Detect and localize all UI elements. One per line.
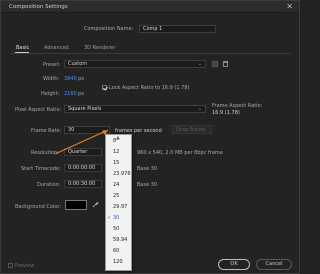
start-timecode-info: Base 30 [137, 166, 158, 172]
frame-rate-option[interactable]: 23.976 [106, 170, 131, 179]
tab-divider [11, 53, 291, 54]
tab-3d-renderer[interactable]: 3D Renderer [84, 45, 115, 51]
frame-rate-option[interactable]: 59.94 [106, 236, 131, 245]
preview-checkbox[interactable] [8, 263, 13, 268]
chevron-down-icon: ⌄ [197, 61, 202, 67]
frame-rate-option-label: 30 [113, 215, 120, 221]
window-title: Composition Settings [9, 4, 68, 10]
save-preset-icon[interactable] [212, 61, 218, 67]
eyedropper-icon[interactable] [92, 201, 99, 208]
frame-rate-option[interactable]: 29.97 [106, 203, 131, 212]
duration-label: Duration: [37, 182, 61, 188]
tab-basic[interactable]: Basic [16, 45, 29, 51]
start-timecode-input[interactable]: 0:00:00:00 [64, 164, 102, 172]
duration-info: Base 30 [137, 182, 158, 188]
duration-value: 0:00:30:00 [68, 181, 96, 187]
frame-rate-option[interactable]: 8 [106, 137, 131, 146]
width-label: Width: [43, 76, 60, 82]
frame-rate-option[interactable]: 50 [106, 225, 131, 234]
checkmark-icon: ✓ [107, 215, 112, 221]
pixel-aspect-label: Pixel Aspect Ratio: [15, 107, 62, 113]
frame-rate-option[interactable]: 24 [106, 181, 131, 190]
preset-select[interactable]: Custom ⌄ [64, 60, 206, 68]
frame-rate-option[interactable]: 120 [106, 258, 131, 267]
height-value[interactable]: 2160 [64, 91, 77, 97]
background-color-label: Background Color: [15, 204, 62, 210]
lock-aspect-checkbox[interactable] [102, 85, 107, 90]
delete-preset-icon[interactable] [223, 61, 228, 67]
comp-name-input[interactable]: Comp 1 [139, 25, 216, 33]
tab-advanced[interactable]: Advanced [44, 45, 69, 51]
width-unit: px [78, 76, 85, 82]
frame-rate-dropdown-list: ▲ 8 12 15 23.976 24 25 29.97 ✓ 30 50 59.… [105, 134, 132, 271]
start-timecode-value: 0:00:00:00 [68, 165, 96, 171]
start-timecode-label: Start Timecode: [21, 166, 61, 172]
close-icon[interactable]: ✕ [286, 2, 293, 11]
drop-frame-select: Drop Frame [172, 125, 212, 134]
lock-aspect-label: Lock Aspect Ratio to 16:9 (1.78) [109, 85, 190, 91]
frame-rate-option[interactable]: 15 [106, 159, 131, 168]
ok-button[interactable]: OK [218, 259, 250, 270]
duration-input[interactable]: 0:00:30:00 [64, 180, 102, 188]
title-bar: Composition Settings ✕ [1, 1, 299, 13]
frame-rate-option[interactable]: 12 [106, 148, 131, 157]
frame-rate-option-selected[interactable]: ✓ 30 [106, 214, 131, 223]
height-unit: px [78, 91, 85, 97]
preview-label: Preview [15, 263, 35, 269]
height-label: Height: [41, 91, 60, 97]
resolution-info: 960 x 540, 2.0 MB per 8bpc frame [137, 150, 223, 156]
composition-settings-dialog: Composition Settings ✕ Composition Name:… [0, 0, 300, 274]
frame-rate-option[interactable]: 60 [106, 247, 131, 256]
frame-rate-option[interactable]: 25 [106, 192, 131, 201]
pixel-aspect-select[interactable]: Square Pixels ⌄ [64, 105, 206, 113]
preset-label: Preset: [43, 62, 61, 68]
preset-value: Custom [68, 61, 88, 67]
width-value[interactable]: 3840 [64, 76, 77, 82]
pixel-aspect-value: Square Pixels [68, 106, 102, 112]
background-color-swatch[interactable] [65, 200, 87, 210]
frame-aspect-value: 16:9 (1.78) [212, 110, 240, 116]
comp-name-label: Composition Name: [84, 26, 134, 32]
annotation-arrow [54, 129, 109, 155]
chevron-down-icon: ⌄ [197, 106, 202, 112]
cancel-button[interactable]: Cancel [256, 259, 292, 270]
frame-aspect-label: Frame Aspect Ratio: [212, 103, 263, 109]
comp-name-value: Comp 1 [143, 26, 163, 32]
drop-frame-value: Drop Frame [176, 127, 206, 133]
